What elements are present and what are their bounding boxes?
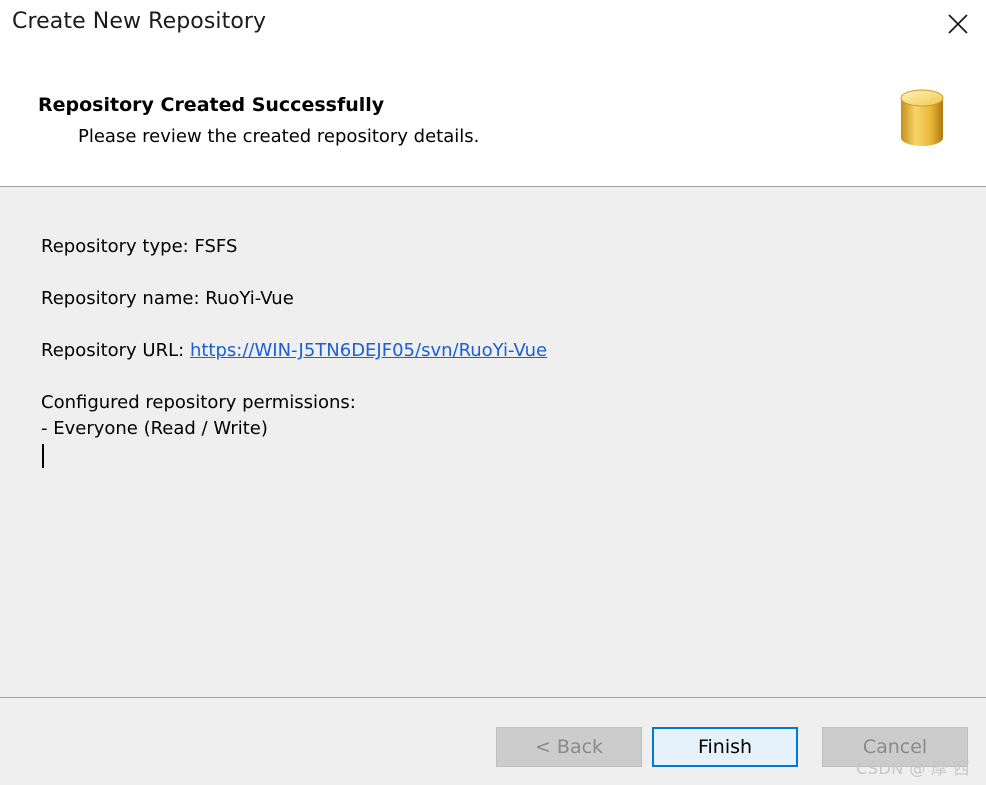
finish-button[interactable]: Finish — [652, 727, 798, 767]
permissions-label: Configured repository permissions: — [41, 392, 356, 413]
header-subtitle: Please review the created repository det… — [78, 126, 480, 147]
repository-name-value: RuoYi-Vue — [205, 288, 294, 309]
details-panel: Repository type: FSFS Repository name: R… — [0, 187, 986, 697]
header-title: Repository Created Successfully — [38, 94, 385, 116]
watermark: CSDN @ 摩 西 — [856, 759, 970, 778]
repository-url-link[interactable]: https://WIN-J5TN6DEJF05/svn/RuoYi-Vue — [190, 340, 547, 361]
repository-type-line: Repository type: FSFS — [41, 236, 237, 257]
repository-type-value: FSFS — [194, 236, 238, 257]
window-title: Create New Repository — [12, 9, 267, 34]
database-icon — [898, 88, 946, 150]
permissions-item: - Everyone (Read / Write) — [41, 418, 268, 439]
repository-name-line: Repository name: RuoYi-Vue — [41, 288, 294, 309]
repository-url-label: Repository URL: — [41, 340, 190, 361]
title-bar: Create New Repository — [0, 0, 986, 58]
create-repository-dialog: Create New Repository Repository Created… — [0, 0, 986, 785]
repository-name-label: Repository name: — [41, 288, 206, 309]
button-bar: < Back Finish Cancel CSDN @ 摩 西 — [0, 697, 986, 785]
repository-type-label: Repository type: — [41, 236, 195, 257]
back-button[interactable]: < Back — [496, 727, 642, 767]
close-button[interactable] — [940, 6, 976, 42]
wizard-header: Repository Created Successfully Please r… — [0, 58, 986, 187]
text-cursor — [42, 444, 44, 468]
repository-url-line: Repository URL: https://WIN-J5TN6DEJF05/… — [41, 340, 547, 361]
close-icon — [948, 14, 968, 34]
